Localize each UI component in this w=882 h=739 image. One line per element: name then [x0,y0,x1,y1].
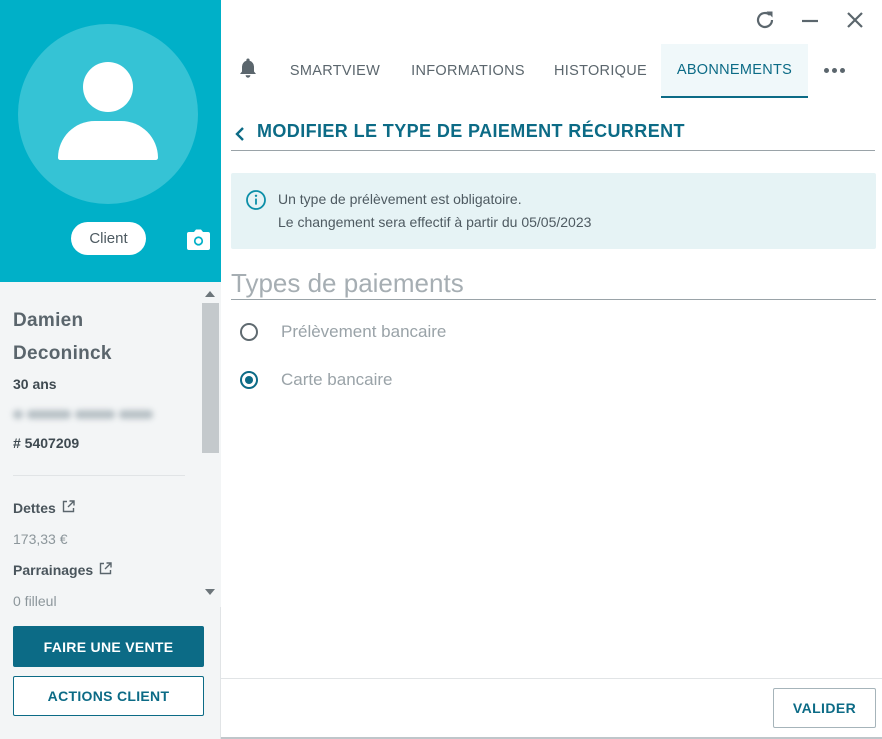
sponsorships-value: 0 filleul [13,593,57,607]
debts-link[interactable]: Dettes [13,500,75,516]
debts-label: Dettes [13,500,56,516]
sponsorships-link[interactable]: Parrainages [13,562,112,578]
section-title: Types de paiements [231,268,464,298]
debts-value: 173,33 € [13,531,68,547]
tab-label: SMARTVIEW [289,63,381,79]
tab-label: ABONNEMENTS [676,62,793,78]
divider [231,299,876,300]
client-number: # 5407209 [13,435,80,451]
divider [231,150,875,151]
refresh-icon[interactable] [753,8,777,32]
client-hero: Client [0,0,221,282]
radio-label: Carte bancaire [281,370,393,389]
avatar[interactable] [18,24,198,204]
client-sidebar: Client Damien Deconinck 30 ans # 5407209… [0,0,221,739]
info-alert: Un type de prélèvement est obligatoire. … [231,173,876,249]
camera-icon[interactable] [186,229,211,251]
radio-button[interactable] [240,323,258,341]
radio-label: Prélèvement bancaire [281,322,447,341]
client-actions-button[interactable]: ACTIONS CLIENT [13,676,204,716]
validate-button[interactable]: VALIDER [773,688,876,728]
chevron-left-icon[interactable] [231,122,251,144]
client-first-name: Damien [13,310,84,331]
minimize-icon[interactable] [798,8,822,32]
sponsorships-label: Parrainages [13,562,94,578]
scroll-up-arrow-icon[interactable] [205,291,215,297]
client-role-badge: Client [71,222,146,255]
payment-option-direct-debit[interactable]: Prélèvement bancaire [240,322,446,341]
close-icon[interactable] [843,8,867,32]
more-horizontal-icon[interactable] [821,60,847,80]
tab-label: INFORMATIONS [411,63,525,79]
client-last-name: Deconinck [13,343,112,364]
payment-option-card[interactable]: Carte bancaire [240,370,393,389]
bell-icon[interactable] [236,56,260,80]
make-sale-button[interactable]: FAIRE UNE VENTE [13,626,204,667]
tab-historique[interactable]: HISTORIQUE [543,44,658,98]
scroll-down-arrow-icon[interactable] [205,589,215,595]
divider [13,475,185,476]
tab-abonnements[interactable]: ABONNEMENTS [661,44,808,98]
tab-smartview[interactable]: SMARTVIEW [278,44,392,98]
external-link-icon [99,562,112,578]
scrollbar-thumb[interactable] [202,303,219,453]
tab-label: HISTORIQUE [554,63,647,79]
tab-informations[interactable]: INFORMATIONS [398,44,538,98]
alert-message-line-2: Le changement sera effectif à partir du … [278,214,592,230]
avatar-head [83,62,133,112]
info-circle-icon [245,189,267,211]
client-address-redacted [13,407,173,421]
divider [221,678,882,679]
avatar-body [58,121,158,160]
client-info: Damien Deconinck 30 ans # 5407209 Dettes… [0,282,200,607]
page-title: MODIFIER LE TYPE DE PAIEMENT RÉCURRENT [257,121,685,141]
external-link-icon [62,500,75,516]
client-age: 30 ans [13,376,57,392]
alert-message-line-1: Un type de prélèvement est obligatoire. [278,191,522,207]
radio-button-checked[interactable] [240,371,258,389]
